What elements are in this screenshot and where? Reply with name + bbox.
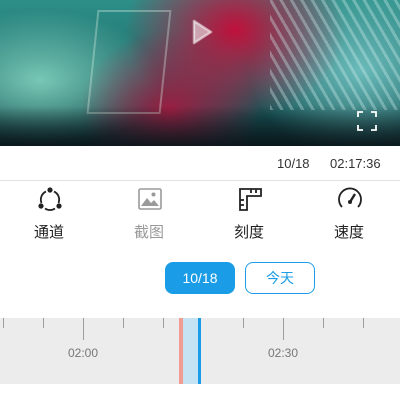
image-icon	[138, 188, 162, 210]
fullscreen-icon	[357, 111, 377, 131]
video-bottom-shade	[0, 106, 400, 146]
play-icon	[192, 19, 213, 45]
alarm-event-marker[interactable]	[179, 318, 183, 384]
playhead-cursor[interactable]	[198, 318, 201, 384]
timeline-tick	[163, 318, 164, 328]
playback-date: 10/18	[277, 156, 310, 171]
speed-label: 速度	[333, 224, 364, 241]
selected-date-button[interactable]: 10/18	[165, 262, 235, 294]
speed-button[interactable]: 速度	[314, 181, 384, 247]
toolbar: 通道 截图 刻度 速度	[0, 181, 400, 251]
timeline-tick	[323, 318, 324, 328]
playback-time: 02:17:36	[330, 156, 381, 171]
timeline-label: 02:30	[267, 346, 299, 360]
today-button[interactable]: 今天	[245, 262, 315, 294]
video-frame-detail	[86, 10, 172, 114]
scale-button[interactable]: 刻度	[214, 181, 284, 247]
timeline-tick	[83, 318, 84, 340]
ruler-icon	[239, 188, 262, 211]
timeline-tick	[3, 318, 4, 328]
speedometer-icon	[338, 187, 362, 208]
timeline-tick	[363, 318, 364, 328]
timeline-tick	[243, 318, 244, 328]
timeline-label: 02:00	[67, 346, 99, 360]
channel-label: 通道	[33, 224, 64, 241]
screenshot-label: 截图	[133, 224, 164, 241]
timeline-tick	[123, 318, 124, 328]
play-button[interactable]	[186, 17, 216, 47]
scale-label: 刻度	[233, 224, 264, 241]
timeline-tick	[43, 318, 44, 328]
channel-icon	[38, 187, 62, 211]
timeline[interactable]: 02:00 02:30	[0, 318, 400, 384]
channel-button[interactable]: 通道	[14, 181, 84, 247]
video-player[interactable]	[0, 0, 400, 146]
video-frame-detail	[270, 0, 400, 110]
playback-info-bar: 10/18 02:17:36	[0, 146, 400, 181]
fullscreen-button[interactable]	[356, 110, 378, 132]
timeline-tick	[283, 318, 284, 340]
screenshot-button[interactable]: 截图	[114, 181, 184, 247]
